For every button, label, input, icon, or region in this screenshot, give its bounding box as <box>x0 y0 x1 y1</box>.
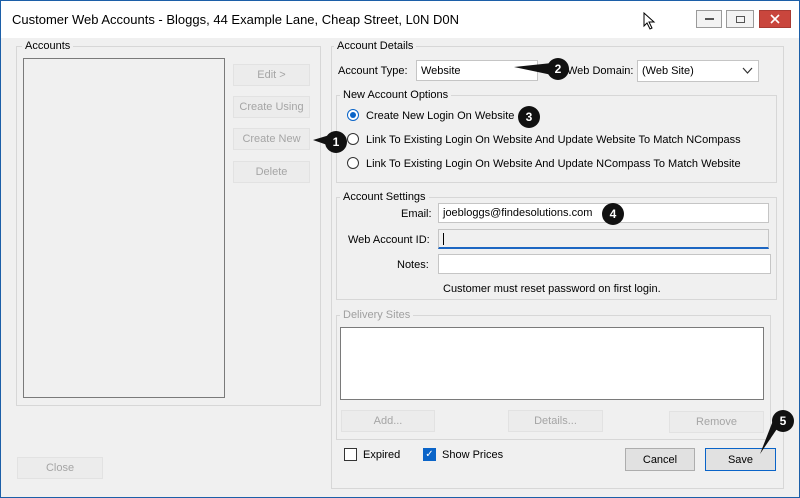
callout-badge-2: 2 <box>547 58 569 80</box>
callout-badge-4: 4 <box>602 203 624 225</box>
callout-badge-1: 1 <box>325 131 347 153</box>
callout-badge-5: 5 <box>772 410 794 432</box>
callout-badge-3: 3 <box>518 106 540 128</box>
callout-arrows <box>313 63 783 454</box>
